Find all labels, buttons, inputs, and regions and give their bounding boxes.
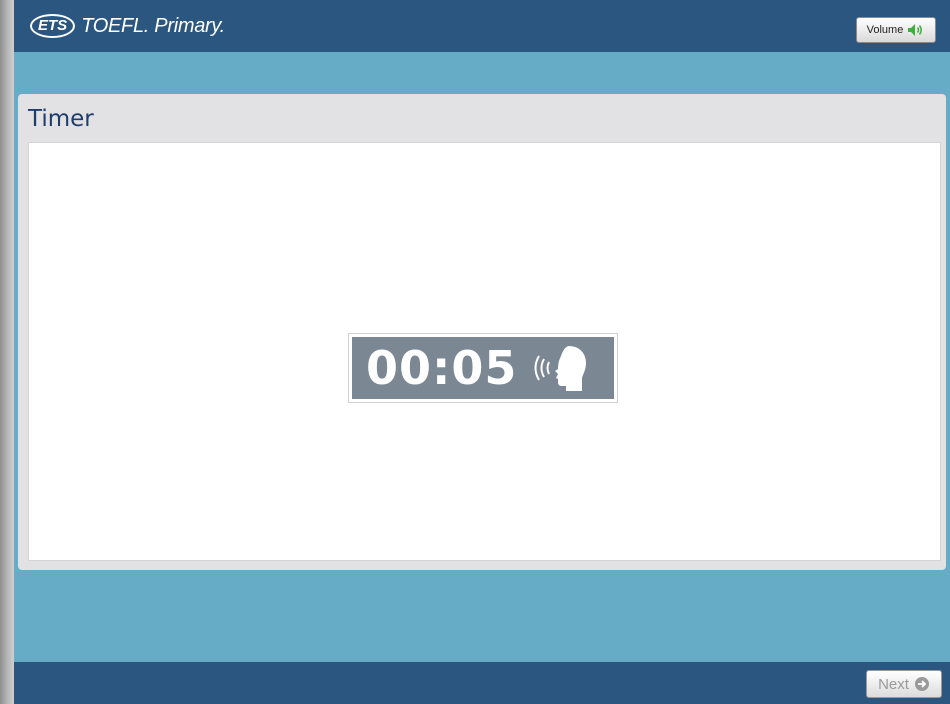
ets-toefl-primary-logo: ETS TOEFL. Primary.: [30, 14, 225, 38]
screen: ETS TOEFL. Primary. Volume Timer 00:05 N…: [0, 0, 950, 704]
volume-button[interactable]: Volume: [856, 17, 936, 43]
window-edge: [0, 0, 14, 704]
next-label: Next: [878, 675, 909, 693]
next-button[interactable]: Next: [866, 670, 942, 698]
content-panel: Timer 00:05: [18, 94, 946, 570]
speaker-icon: [908, 24, 923, 36]
timer-inner: 00:05: [352, 337, 614, 399]
timer-value: 00:05: [366, 341, 518, 395]
panel-title: Timer: [28, 106, 94, 132]
top-bar: ETS TOEFL. Primary. Volume: [14, 0, 950, 52]
logo-product-name: TOEFL. Primary.: [81, 14, 225, 37]
timer-display: 00:05: [348, 333, 618, 403]
logo-ets-mark: ETS: [30, 14, 76, 38]
test-app: ETS TOEFL. Primary. Volume Timer 00:05 N…: [14, 0, 950, 704]
speaking-head-icon: [534, 346, 587, 391]
bottom-bar: Next: [14, 662, 950, 704]
panel-body: 00:05: [28, 142, 941, 561]
volume-label: Volume: [866, 24, 904, 36]
arrow-right-circle-icon: [914, 677, 929, 691]
